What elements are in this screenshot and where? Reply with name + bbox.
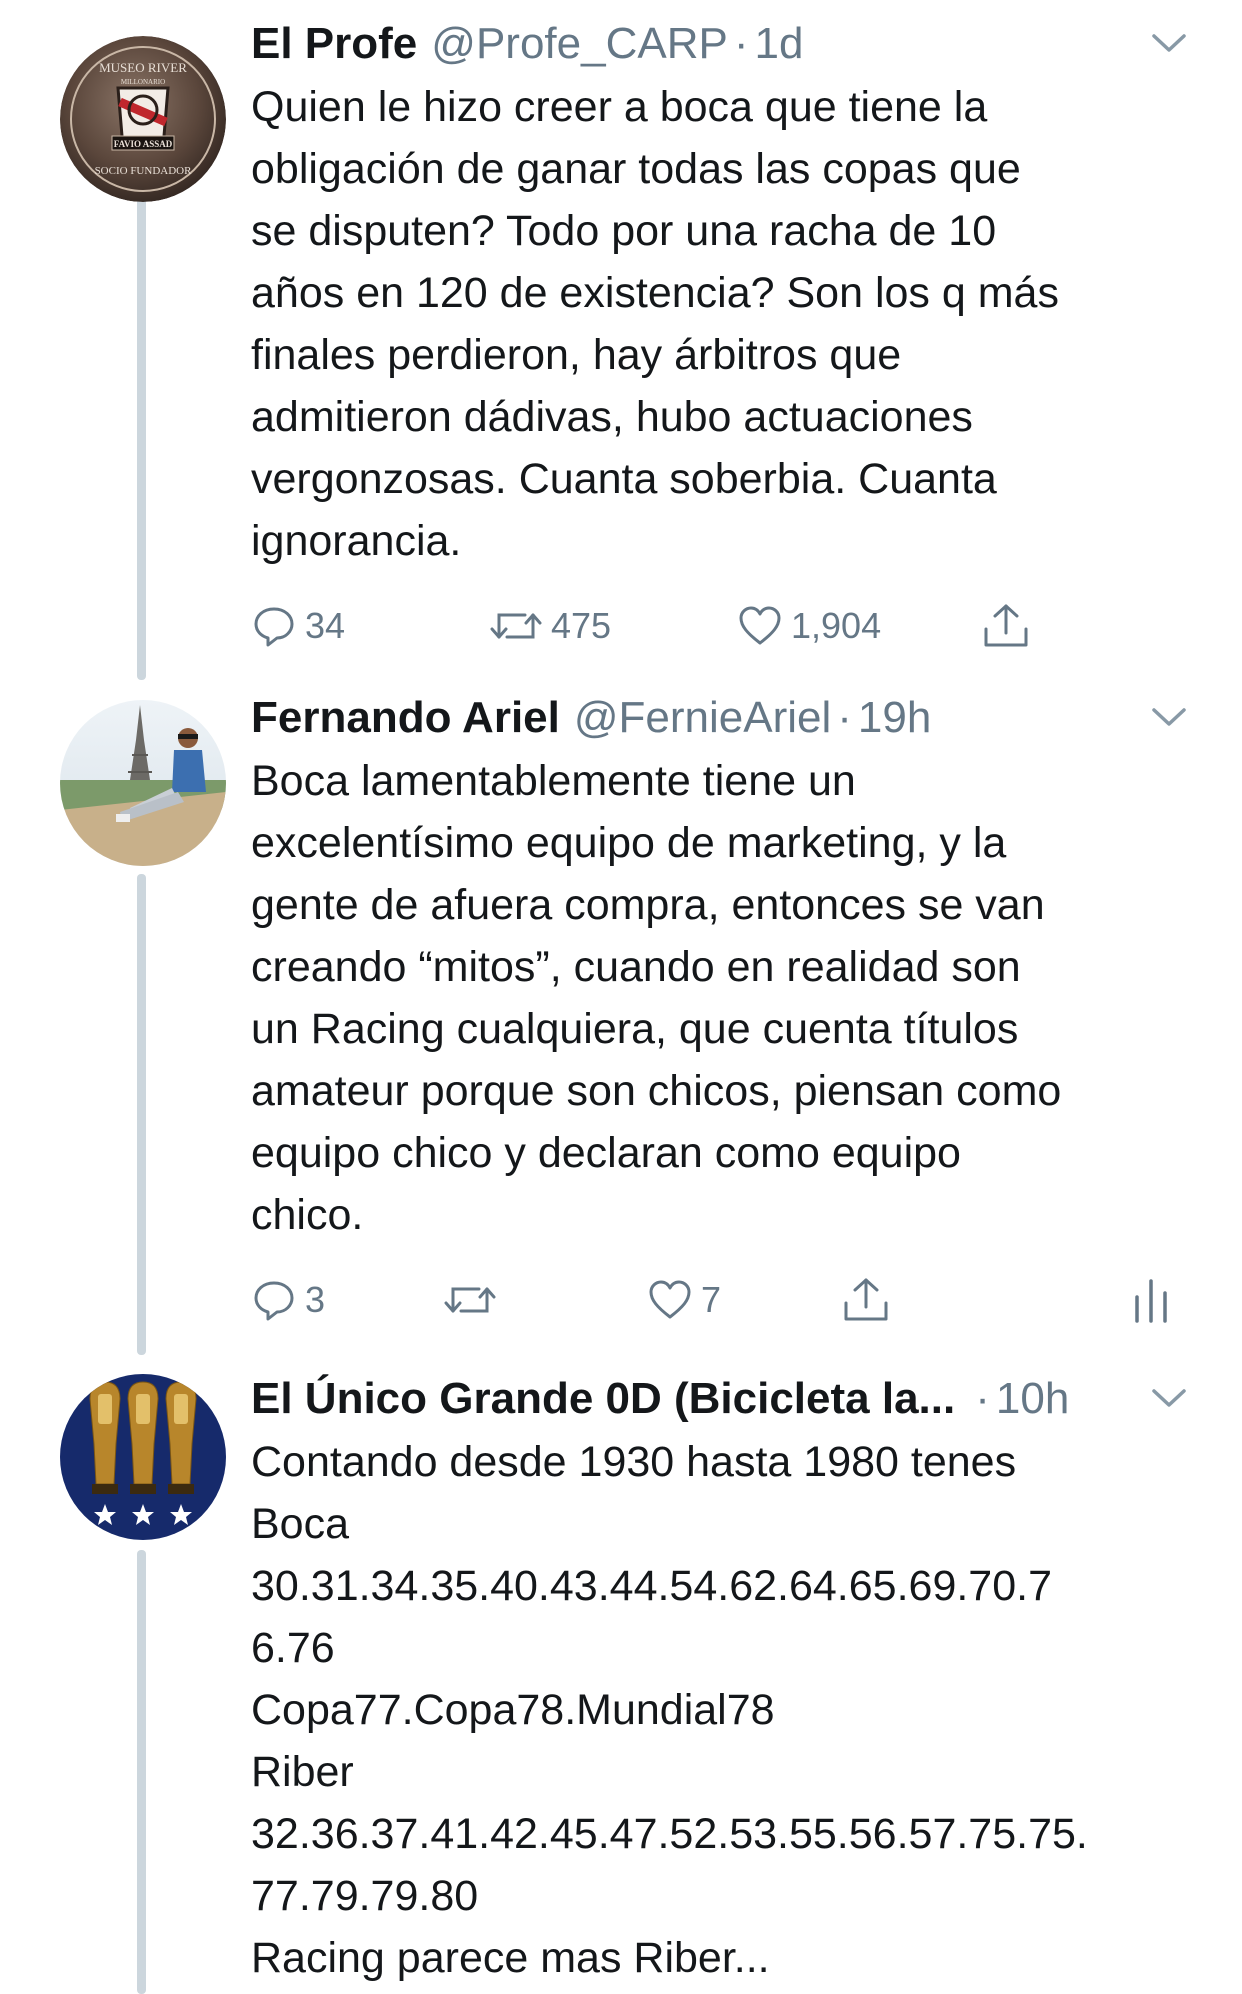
tweet-actions: 3 7 (251, 1270, 1191, 1330)
like-count: 7 (701, 1279, 722, 1320)
display-name[interactable]: El Único Grande 0D (Bicicleta la... (251, 1374, 955, 1424)
share-button[interactable] (981, 596, 1031, 656)
reply-button[interactable]: 34 (251, 596, 345, 656)
heart-icon (649, 1280, 691, 1319)
reply-count: 3 (305, 1279, 326, 1320)
tweet[interactable]: FAVIO ASSAD MUSEO RIVER MILLONARIO SOCIO… (0, 0, 1242, 680)
reply-button[interactable]: 3 (251, 1270, 325, 1330)
like-button[interactable]: 7 (647, 1270, 721, 1330)
tweet-text: Boca lamentablemente tiene un excelentís… (251, 757, 1062, 1239)
analytics-button[interactable] (1131, 1270, 1171, 1330)
chevron-down-icon[interactable] (1146, 20, 1192, 66)
avatar-badge-top: MUSEO RIVER (99, 60, 187, 75)
retweet-button[interactable]: 475 (489, 596, 611, 656)
tweet-text: Contando desde 1930 hasta 1980 tenes Boc… (251, 1438, 1088, 1982)
retweet-icon (490, 613, 542, 639)
chevron-down-icon[interactable] (1146, 1375, 1192, 1421)
tweet-header: Fernando Ariel @FernieAriel · 19h (251, 688, 1192, 748)
timestamp[interactable]: 1d (755, 19, 804, 69)
display-name[interactable]: El Profe (251, 19, 417, 69)
avatar-badge-sub: MILLONARIO (121, 78, 165, 86)
timestamp[interactable]: 10h (996, 1374, 1069, 1424)
avatar-badge-name: FAVIO ASSAD (114, 139, 173, 149)
share-icon (844, 1278, 888, 1321)
timestamp[interactable]: 19h (858, 693, 931, 743)
thread-line (137, 198, 146, 680)
display-name[interactable]: Fernando Ariel (251, 693, 560, 743)
like-button[interactable]: 1,904 (737, 596, 881, 656)
username[interactable]: @FernieAriel (574, 693, 831, 743)
separator: · (837, 693, 852, 742)
thread-line (137, 1550, 146, 1994)
avatar[interactable] (60, 700, 226, 866)
reply-count: 34 (305, 605, 346, 646)
tweet[interactable]: El Único Grande 0D (Bicicleta la... · 10… (0, 1355, 1242, 1994)
reply-icon (254, 1281, 294, 1321)
thread-line (137, 874, 146, 1355)
separator: · (733, 19, 749, 68)
avatar[interactable]: FAVIO ASSAD MUSEO RIVER MILLONARIO SOCIO… (60, 36, 226, 202)
reply-icon (254, 607, 294, 647)
tweet-text: Quien le hizo creer a boca que tiene la … (251, 83, 1059, 565)
avatar-badge-bottom: SOCIO FUNDADOR (95, 165, 193, 177)
retweet-button[interactable] (443, 1270, 505, 1330)
separator: · (975, 1374, 990, 1423)
tweet-actions: 34 475 1,904 (251, 596, 1051, 656)
analytics-icon (1135, 1279, 1167, 1323)
tweet-header: El Profe @Profe_CARP · 1d (251, 14, 1192, 74)
tweet-header: El Único Grande 0D (Bicicleta la... · 10… (251, 1369, 1192, 1429)
retweet-count: 475 (551, 605, 612, 646)
avatar[interactable] (60, 1374, 226, 1540)
share-button[interactable] (841, 1270, 891, 1330)
username[interactable]: @Profe_CARP (431, 19, 728, 69)
tweet[interactable]: Fernando Ariel @FernieAriel · 19h Boca l… (0, 680, 1242, 1355)
share-icon (984, 604, 1028, 647)
like-count: 1,904 (791, 605, 882, 646)
chevron-down-icon[interactable] (1146, 694, 1192, 740)
retweet-icon (444, 1287, 496, 1313)
heart-icon (739, 606, 781, 645)
